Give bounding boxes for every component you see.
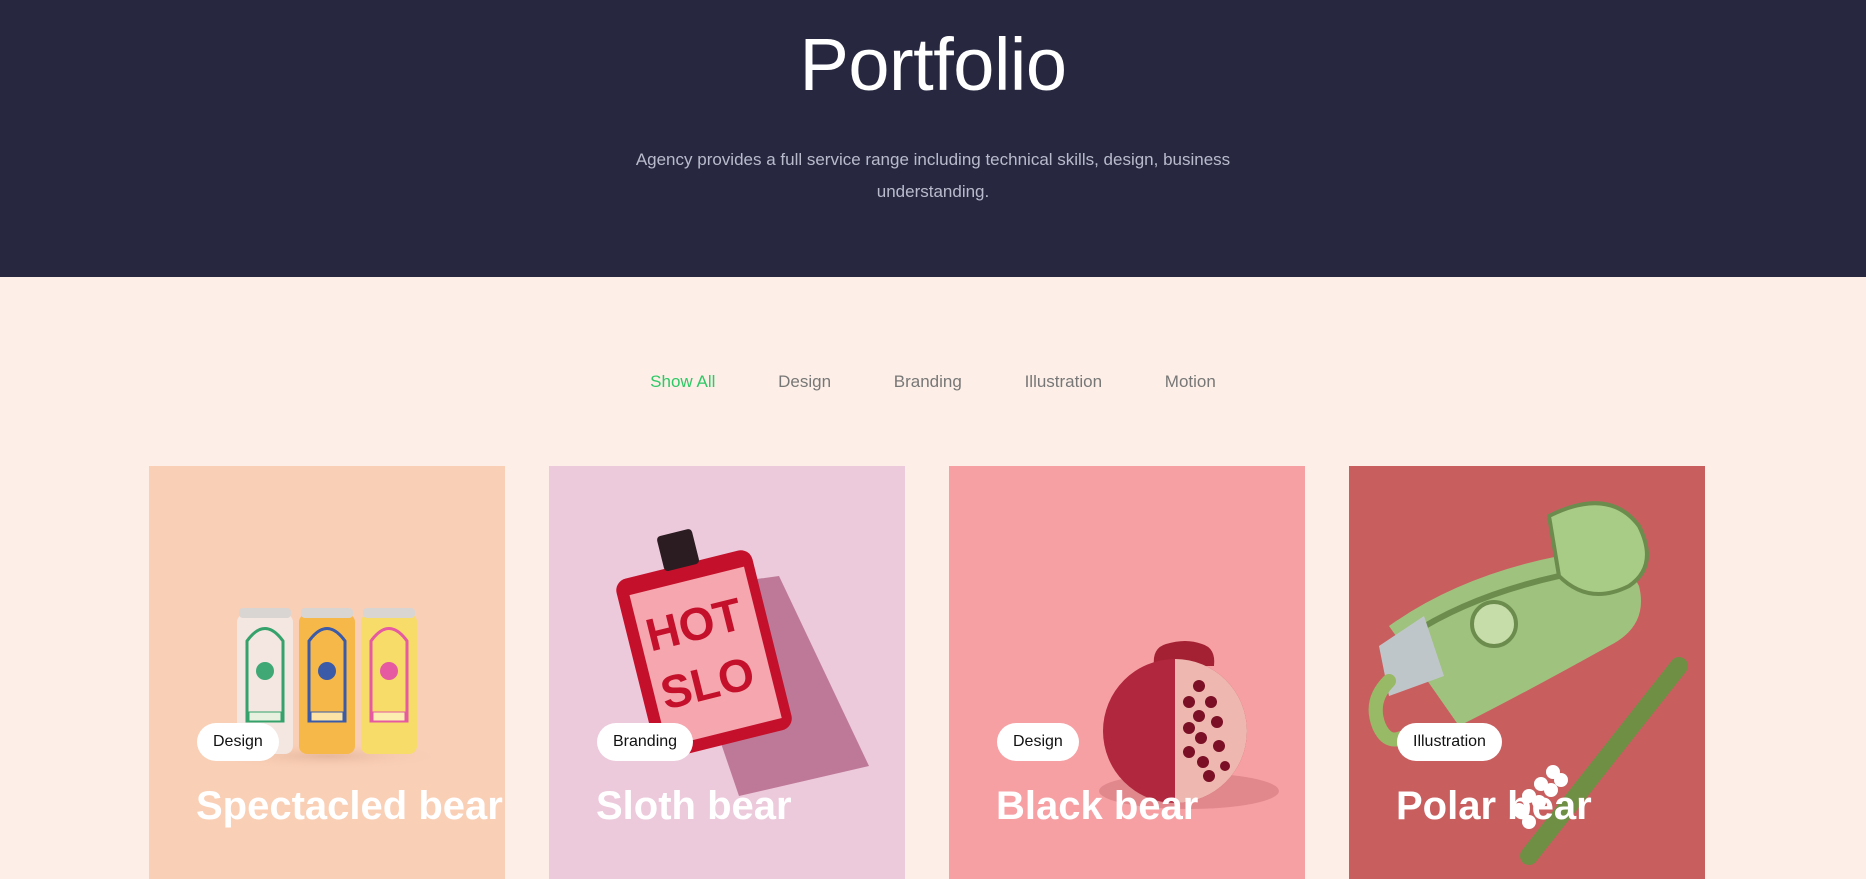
page-title: Portfolio <box>799 23 1067 106</box>
filter-illustration[interactable]: Illustration <box>1025 372 1102 392</box>
card-tag[interactable]: Design <box>197 723 279 761</box>
filter-motion[interactable]: Motion <box>1165 372 1216 392</box>
filter-show-all[interactable]: Show All <box>650 372 715 392</box>
card-title[interactable]: Spectacled bear <box>196 784 503 829</box>
card-tag[interactable]: Illustration <box>1397 723 1502 761</box>
filter-design[interactable]: Design <box>778 372 831 392</box>
card-title[interactable]: Sloth bear <box>596 784 792 829</box>
portfolio-card-black-bear[interactable]: Design Black bear <box>949 466 1305 879</box>
filter-branding[interactable]: Branding <box>894 372 962 392</box>
portfolio-card-spectacled-bear[interactable]: Design Spectacled bear <box>149 466 505 879</box>
card-tag[interactable]: Branding <box>597 723 694 761</box>
portfolio-card-sloth-bear[interactable]: HOT SLO Branding Sloth bear <box>549 466 905 879</box>
portfolio-card-polar-bear[interactable]: Illustration Polar bear <box>1349 466 1705 879</box>
card-title[interactable]: Polar bear <box>1396 784 1592 829</box>
card-title[interactable]: Black bear <box>996 784 1198 829</box>
page-subtitle: Agency provides a full service range inc… <box>635 150 1231 201</box>
hero-section: Portfolio Agency provides a full service… <box>0 0 1866 277</box>
portfolio-filter-bar: Show All Design Branding Illustration Mo… <box>0 372 1866 392</box>
card-tag[interactable]: Design <box>997 723 1079 761</box>
